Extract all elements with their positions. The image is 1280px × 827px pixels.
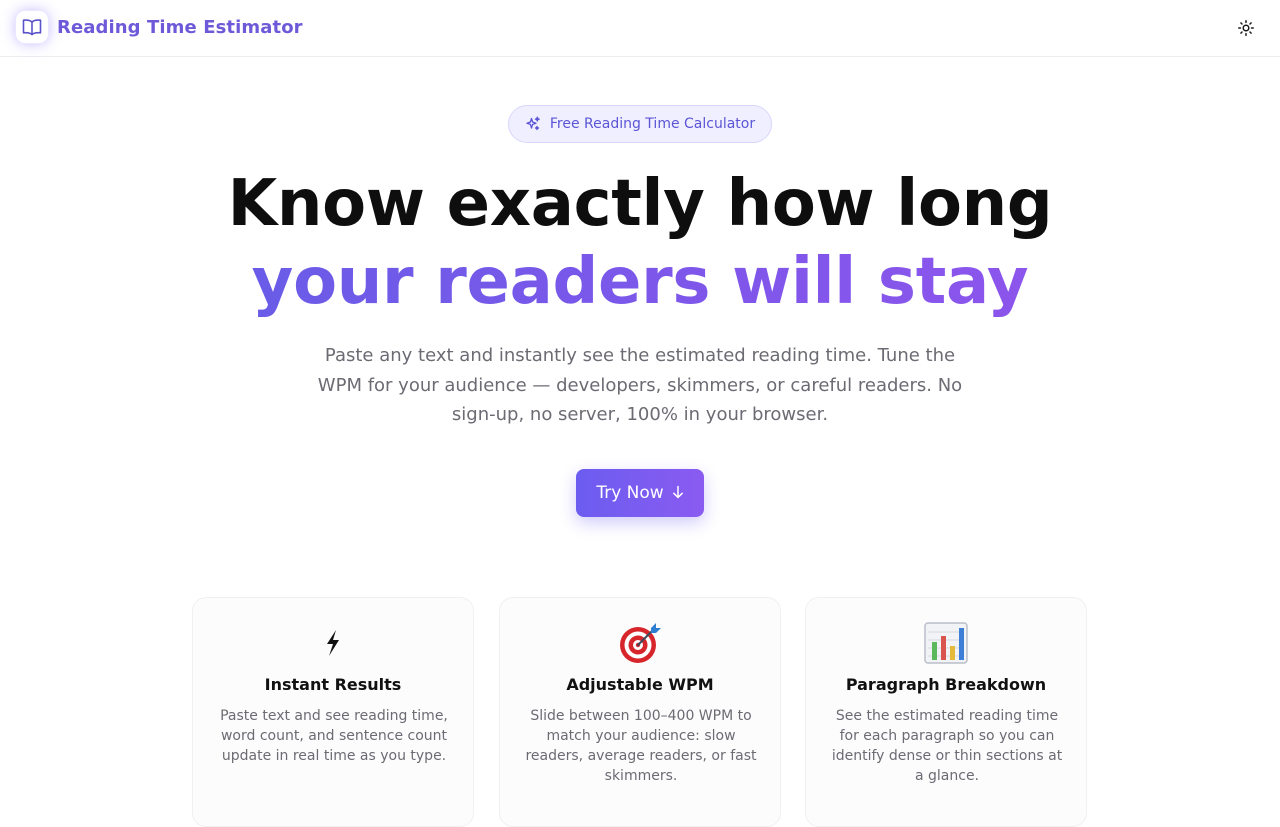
hero-badge: Free Reading Time Calculator [508,105,772,143]
feature-description: Slide between 100–400 WPM to match your … [525,708,757,784]
hero-subtext: Paste any text and instantly see the est… [317,345,963,425]
feature-description: See the estimated reading time for each … [831,708,1063,784]
arrow-down-icon [672,485,684,502]
try-now-button[interactable]: Try Now [576,469,704,517]
theme-toggle-button[interactable] [1232,14,1260,42]
feature-description: Paste text and see reading time, word co… [220,708,448,764]
feature-card-paragraph-breakdown: Paragraph Breakdown See the estimated re… [805,597,1087,827]
app-title: Reading Time Estimator [57,16,303,38]
try-now-label: Try Now [596,483,664,503]
sun-icon [1238,20,1254,36]
feature-title: Paragraph Breakdown [845,675,1047,694]
brand-link[interactable]: Reading Time Estimator [16,11,303,43]
feature-card-adjustable-wpm: Adjustable WPM Slide between 100–400 WPM… [499,597,781,827]
badge-label: Free Reading Time Calculator [549,116,756,132]
bar-chart-icon [806,620,1086,666]
sparkles-icon [525,116,541,132]
site-header: Reading Time Estimator [0,0,1280,57]
open-book-icon [16,11,48,43]
hero-headline-gradient-text: your readers will stay [251,245,1029,319]
target-icon [500,620,780,666]
feature-card-instant-results: Instant Results Paste text and see readi… [192,597,474,827]
hero-headline-line2: your readers will stay [0,244,1280,320]
lightning-icon [193,620,473,666]
feature-title: Instant Results [264,675,402,694]
hero-headline-line1: Know exactly how long [227,167,1053,241]
feature-title: Adjustable WPM [566,675,714,694]
